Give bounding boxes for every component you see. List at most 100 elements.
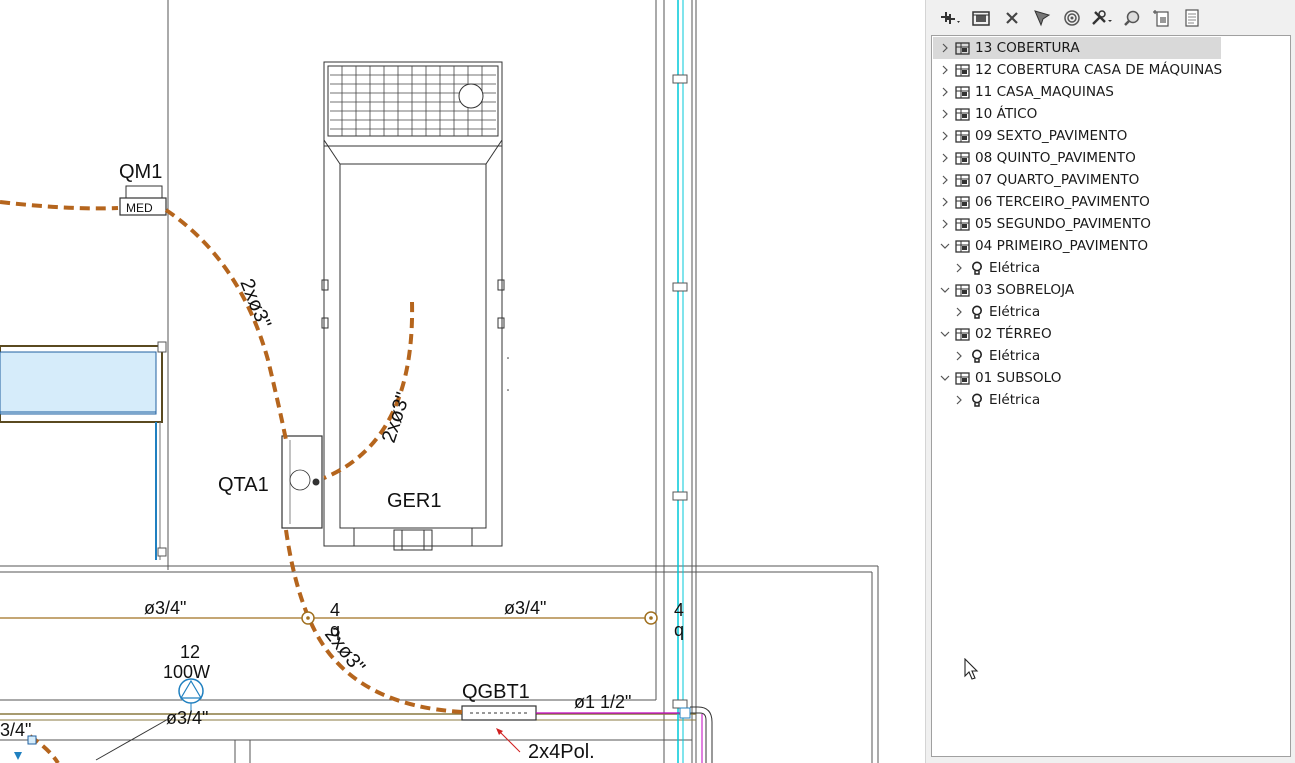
- tree-item-quinto-pavimento[interactable]: 08 QUINTO_PAVIMENTO: [933, 147, 1136, 169]
- floor-plan-icon: [955, 371, 970, 386]
- tree-item-label: Elétrica: [989, 260, 1041, 276]
- floor-plan-icon: [955, 129, 970, 144]
- lamp-count-2: 4: [674, 600, 684, 620]
- mouse-pointer-icon: [964, 658, 979, 680]
- document-button[interactable]: [1180, 7, 1204, 29]
- qta1-panel: [281, 435, 323, 529]
- chevron-down-icon[interactable]: [939, 328, 951, 340]
- tree-item-label: 05 SEGUNDO_PAVIMENTO: [975, 216, 1152, 232]
- conduit-label-partial: 3/4": [0, 720, 31, 740]
- drawing-canvas[interactable]: GER1 QTA1 MED QM1 QGBT1 2xø3" 2xø3" 2xø3…: [0, 0, 925, 763]
- tree-item-label: 03 SOBRELOJA: [975, 282, 1075, 298]
- tree-item-label: 07 QUARTO_PAVIMENTO: [975, 172, 1140, 188]
- tree-item-sobreloja[interactable]: 03 SOBRELOJA: [933, 279, 1074, 301]
- floor-plan-icon: [955, 41, 970, 56]
- chevron-right-icon[interactable]: [939, 108, 951, 120]
- tree-item-label: 08 QUINTO_PAVIMENTO: [975, 150, 1136, 166]
- tree-item-eletrica[interactable]: Elétrica: [933, 345, 1040, 367]
- tree-item-quarto-pavimento[interactable]: 07 QUARTO_PAVIMENTO: [933, 169, 1139, 191]
- chevron-down-icon[interactable]: [939, 240, 951, 252]
- chevron-right-icon[interactable]: [953, 262, 965, 274]
- find-button[interactable]: [1120, 7, 1144, 29]
- floor-plan-icon: [955, 63, 970, 78]
- add-view-button[interactable]: [940, 7, 964, 29]
- panel-toolbar: [940, 6, 1204, 30]
- lightbulb-icon: [969, 261, 984, 276]
- qgbt1-panel: [461, 705, 537, 721]
- tree-item-label: Elétrica: [989, 392, 1041, 408]
- floor-plan-icon: [955, 327, 970, 342]
- chevron-down-icon[interactable]: [939, 284, 951, 296]
- conduit-label-3: ø3/4": [166, 708, 208, 728]
- circuit-label-center: 2xø3": [378, 390, 415, 446]
- chevron-right-icon[interactable]: [939, 42, 951, 54]
- chevron-right-icon[interactable]: [939, 64, 951, 76]
- layer-manager-panel: 13 COBERTURA 12 COBERTURA CASA DE MÁQUIN…: [925, 0, 1295, 763]
- fixture-power: 100W: [163, 662, 210, 682]
- page-setup-button[interactable]: [1150, 7, 1174, 29]
- tree-item-sexto-pavimento[interactable]: 09 SEXTO_PAVIMENTO: [933, 125, 1127, 147]
- tree-item-label: 01 SUBSOLO: [975, 370, 1062, 386]
- chevron-right-icon[interactable]: [939, 196, 951, 208]
- chevron-down-icon[interactable]: [939, 372, 951, 384]
- chevron-right-icon[interactable]: [939, 174, 951, 186]
- conduit-label-1: ø3/4": [144, 598, 186, 618]
- ger1-label: GER1: [387, 490, 441, 512]
- tree-item-casa-maquinas[interactable]: 11 CASA_MAQUINAS: [933, 81, 1114, 103]
- wrench-dropdown-icon: [1092, 10, 1112, 25]
- floor-plan-icon: [955, 151, 970, 166]
- tree-item-cobertura-casa-maquinas[interactable]: 12 COBERTURA CASA DE MÁQUINAS: [933, 59, 1222, 81]
- left-room: [0, 341, 167, 560]
- conduit-label-2: ø3/4": [504, 598, 546, 618]
- device-triangle: [14, 752, 22, 760]
- chevron-right-icon[interactable]: [953, 394, 965, 406]
- tree-item-subsolo[interactable]: 01 SUBSOLO: [933, 367, 1061, 389]
- tree-item-label: Elétrica: [989, 348, 1041, 364]
- cyan-pipe: [672, 0, 688, 763]
- tools-button[interactable]: [1090, 7, 1114, 29]
- filter-button[interactable]: [1030, 7, 1054, 29]
- floor-plan-icon: [955, 217, 970, 232]
- tree-item-label: 09 SEXTO_PAVIMENTO: [975, 128, 1128, 144]
- tree-item-cobertura[interactable]: 13 COBERTURA: [933, 37, 1221, 59]
- dot: [507, 357, 509, 359]
- floor-plan-drawing[interactable]: GER1 QTA1 MED QM1 QGBT1 2xø3" 2xø3" 2xø3…: [0, 0, 925, 763]
- chevron-right-icon[interactable]: [953, 306, 965, 318]
- tree-item-eletrica[interactable]: Elétrica: [933, 389, 1040, 411]
- tree-item-primeiro-pavimento[interactable]: 04 PRIMEIRO_PAVIMENTO: [933, 235, 1148, 257]
- conduit-main-label: ø1 1/2": [574, 692, 631, 712]
- tree-item-eletrica[interactable]: Elétrica: [933, 301, 1040, 323]
- layer-properties-button[interactable]: [970, 7, 994, 29]
- tree-item-label: 02 TÉRREO: [975, 326, 1052, 342]
- leader-line: [95, 717, 171, 761]
- layer-properties-icon: [972, 11, 990, 26]
- chevron-right-icon[interactable]: [953, 350, 965, 362]
- visibility-button[interactable]: [1060, 7, 1084, 29]
- fixture-count: 12: [180, 642, 200, 662]
- lightbulb-icon: [969, 305, 984, 320]
- floor-plan-icon: [955, 85, 970, 100]
- chevron-right-icon[interactable]: [939, 218, 951, 230]
- tree-item-terceiro-pavimento[interactable]: 06 TERCEIRO_PAVIMENTO: [933, 191, 1150, 213]
- chevron-right-icon[interactable]: [939, 130, 951, 142]
- floor-plan-icon: [955, 283, 970, 298]
- document-icon: [1185, 9, 1199, 27]
- tree-item-label: 06 TERCEIRO_PAVIMENTO: [975, 194, 1150, 210]
- med-label: MED: [126, 201, 153, 215]
- layer-tree[interactable]: 13 COBERTURA 12 COBERTURA CASA DE MÁQUIN…: [931, 35, 1291, 757]
- target-icon: [1064, 10, 1080, 26]
- tree-item-label: Elétrica: [989, 304, 1041, 320]
- chevron-right-icon[interactable]: [939, 152, 951, 164]
- tree-item-label: 10 ÁTICO: [975, 106, 1038, 122]
- chevron-right-icon[interactable]: [939, 86, 951, 98]
- lamp-q-1: q: [330, 620, 340, 640]
- tree-item-eletrica[interactable]: Elétrica: [933, 257, 1040, 279]
- tree-item-segundo-pavimento[interactable]: 05 SEGUNDO_PAVIMENTO: [933, 213, 1151, 235]
- tree-item-atico[interactable]: 10 ÁTICO: [933, 103, 1037, 125]
- delete-button[interactable]: [1000, 7, 1024, 29]
- add-dropdown-icon: [941, 12, 960, 24]
- tree-item-terreo[interactable]: 02 TÉRREO: [933, 323, 1052, 345]
- close-x-icon: [1006, 12, 1018, 24]
- floor-plan-icon: [955, 195, 970, 210]
- page-crop-icon: [1153, 10, 1169, 27]
